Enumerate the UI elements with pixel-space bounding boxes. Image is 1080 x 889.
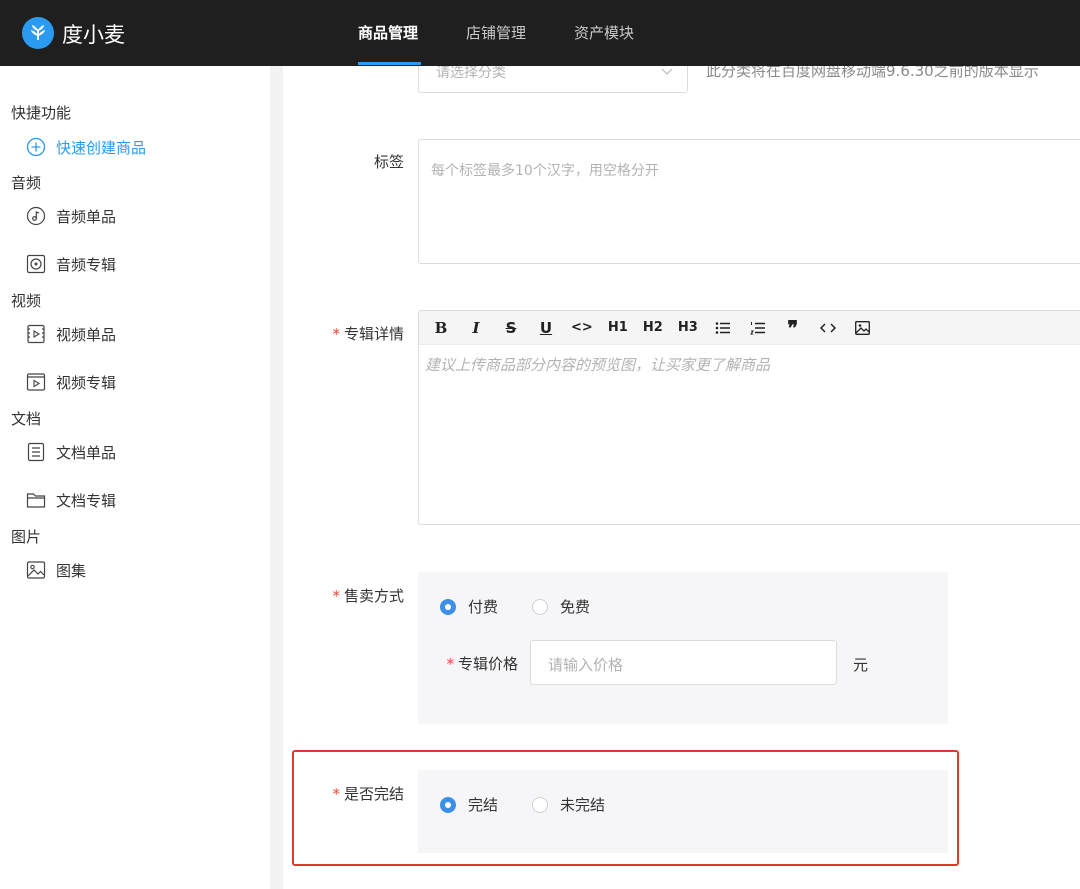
tags-placeholder: 每个标签最多10个汉字，用空格分开 [431,163,659,179]
topbar-content: 度小麦 商品管理 店铺管理 资产模块 [0,0,1080,66]
tab-store-management[interactable]: 店铺管理 [466,22,526,43]
brand-name[interactable]: 度小麦 [62,19,125,49]
radio-checked-icon [440,598,456,615]
music-note-icon [25,206,46,227]
sidebar-section-image: 图片 [11,528,42,546]
disc-album-icon [25,254,46,275]
sidebar-item-audio-album[interactable]: 音频专辑 [25,252,116,276]
sidebar-section-quick: 快捷功能 [11,104,72,122]
price-input[interactable]: 请输入价格 [530,640,837,685]
video-album-icon [25,372,46,393]
heading3-button[interactable]: H3 [678,318,698,338]
sidebar-item-quick-create[interactable]: 快速创建商品 [25,135,146,159]
album-detail-label: * 专辑详情 [310,323,404,344]
film-icon [25,324,46,345]
sidebar-item-label: 图集 [56,561,87,580]
tags-textarea[interactable]: 每个标签最多10个汉字，用空格分开 [418,139,1080,264]
required-mark: * [332,587,340,605]
album-price-label-text: 专辑价格 [457,655,518,673]
sidebar-section-video: 视频 [11,292,42,310]
heading1-button[interactable]: H1 [608,318,628,338]
sidebar-item-label: 音频专辑 [56,255,117,274]
underline-button[interactable]: U [536,318,556,338]
radio-unchecked-icon [532,598,548,615]
bulleted-list-icon[interactable] [713,318,733,338]
tab-asset-module[interactable]: 资产模块 [574,22,634,43]
required-mark: * [446,655,454,673]
wheat-logo-icon[interactable] [22,17,54,49]
sidebar-item-label: 文档专辑 [56,491,117,510]
image-icon[interactable] [853,318,873,338]
required-mark: * [332,325,340,343]
quote-icon[interactable]: ❞ [783,316,803,340]
album-detail-editor[interactable]: B I S U <> H1 H2 H3 ❞ 建议上传商品部分内容的预览图，让买家… [418,310,1080,525]
sidebar-section-audio: 音频 [11,174,42,192]
sidebar-item-label: 文档单品 [56,443,117,462]
editor-toolbar: B I S U <> H1 H2 H3 ❞ [419,311,1080,345]
inline-code-button[interactable]: <> [571,318,593,338]
radio-label: 付费 [468,598,499,616]
album-price-label: * 专辑价格 [420,653,518,674]
price-unit: 元 [853,656,869,674]
album-detail-label-text: 专辑详情 [343,325,404,343]
numbered-list-icon[interactable] [748,318,768,338]
highlight-annotation-box [292,750,959,866]
italic-button[interactable]: I [466,318,486,338]
tags-label: 标签 [373,153,404,171]
image-gallery-icon [25,560,46,581]
sale-method-label-text: 售卖方式 [343,587,404,605]
strikethrough-button[interactable]: S [501,318,521,338]
document-icon [25,442,46,463]
sidebar-item-label: 音频单品 [56,207,117,226]
active-tab-indicator [358,62,421,65]
sidebar-item-label: 快速创建商品 [56,138,147,157]
folder-icon [25,490,46,511]
sidebar-item-doc-single[interactable]: 文档单品 [25,440,116,464]
sidebar-section-document: 文档 [11,410,42,428]
album-detail-placeholder: 建议上传商品部分内容的预览图，让买家更了解商品 [425,356,771,374]
price-input-placeholder: 请输入价格 [548,656,624,674]
heading2-button[interactable]: H2 [643,318,663,338]
radio-paid[interactable]: 付费 [440,596,498,617]
sidebar-item-video-album[interactable]: 视频专辑 [25,370,116,394]
bold-button[interactable]: B [431,318,451,338]
sidebar-item-audio-single[interactable]: 音频单品 [25,204,116,228]
radio-label: 免费 [560,598,591,616]
sale-method-label: * 售卖方式 [310,585,404,606]
code-icon[interactable] [818,318,838,338]
sidebar-item-label: 视频专辑 [56,373,117,392]
tab-product-management[interactable]: 商品管理 [358,22,418,43]
sidebar: 快捷功能 快速创建商品 音频 音频单品 音频专辑 视频 视频单品 视频专辑 文档 [0,66,270,889]
sidebar-item-video-single[interactable]: 视频单品 [25,322,116,346]
sidebar-item-label: 视频单品 [56,325,117,344]
radio-free[interactable]: 免费 [532,596,590,617]
plus-circle-icon [25,137,46,158]
sidebar-divider [270,66,283,889]
sidebar-item-doc-album[interactable]: 文档专辑 [25,488,116,512]
sidebar-item-gallery[interactable]: 图集 [25,558,86,582]
